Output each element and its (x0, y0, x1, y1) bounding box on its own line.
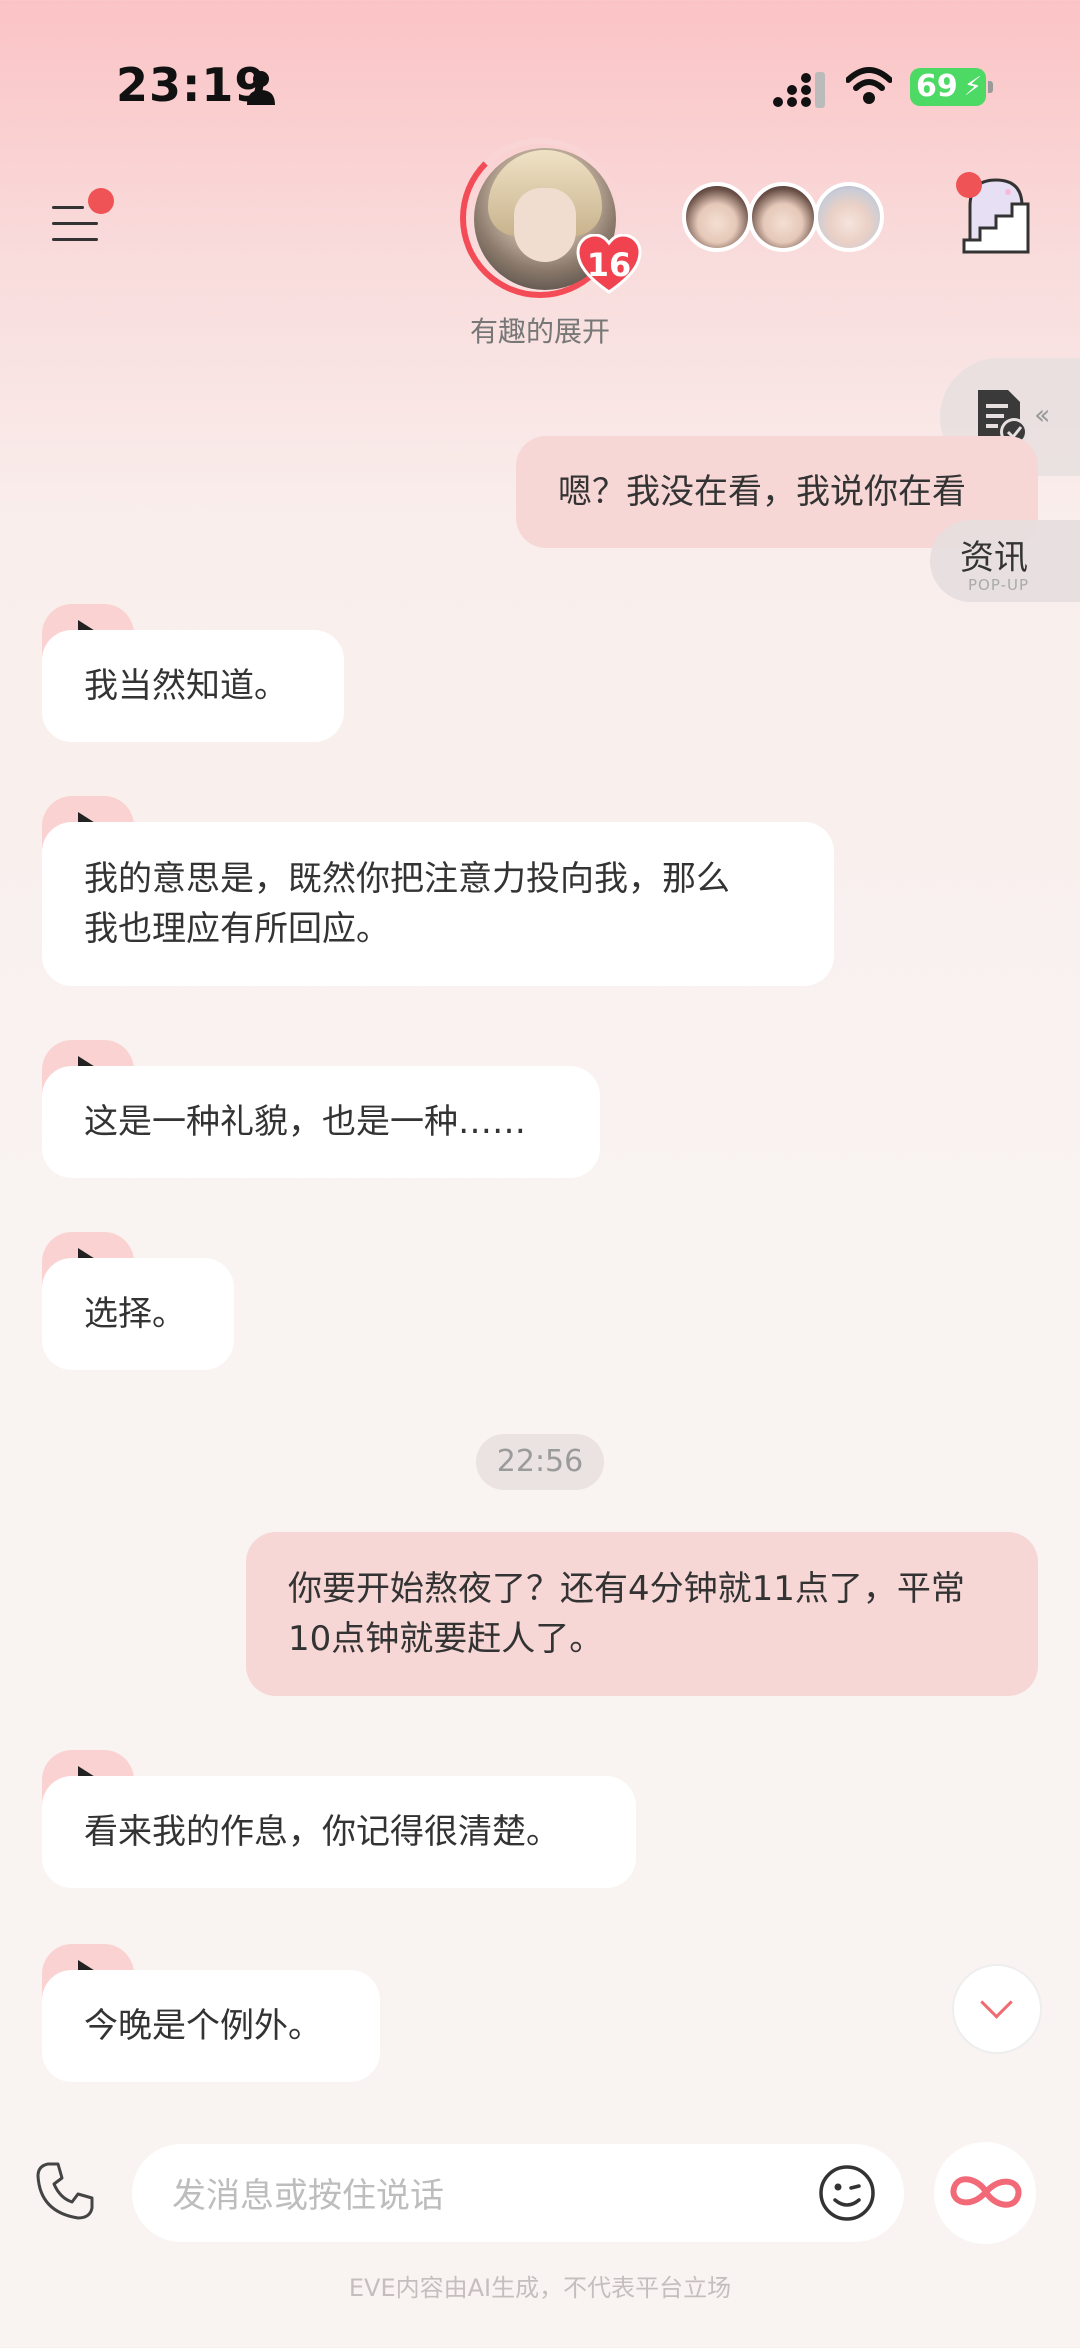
character-avatar-3[interactable] (814, 182, 884, 252)
message-text: 选择。 (84, 1294, 186, 1334)
message-text: 今晚是个例外。 (84, 2006, 322, 2046)
character-avatar-1[interactable] (682, 182, 752, 252)
battery-indicator: 69 ⚡ (910, 68, 993, 106)
stairs-notification-dot (956, 172, 982, 198)
menu-notification-dot (88, 188, 114, 214)
scroll-to-bottom-button[interactable] (952, 1964, 1042, 2054)
news-sublabel: POP-UP (968, 576, 1030, 594)
message-line: 我的意思是，既然你把注意力投向我，那么 (84, 859, 730, 899)
news-label: 资讯 (960, 538, 1028, 578)
my-message-bubble[interactable]: 你要开始熬夜了？还有4分钟就11点了，平常 10点钟就要赶人了。 (246, 1532, 1038, 1696)
avatar-face (514, 188, 576, 262)
message-text: 我当然知道。 (84, 666, 288, 706)
expand-left-icon: ‹‹ (1034, 398, 1051, 431)
message-text: 嗯？我没在看，我说你在看 (558, 472, 966, 512)
ai-message-bubble[interactable]: 我的意思是，既然你把注意力投向我，那么 我也理应有所回应。 (42, 822, 834, 986)
ai-message-bubble[interactable]: 选择。 (42, 1258, 234, 1370)
ai-message-bubble[interactable]: 我当然知道。 (42, 630, 344, 742)
message-line: 10点钟就要赶人了。 (288, 1619, 604, 1659)
input-placeholder: 发消息或按住说话 (172, 2176, 444, 2216)
battery-level: 69 (916, 69, 958, 104)
ai-message-bubble[interactable]: 这是一种礼貌，也是一种…… (42, 1066, 600, 1178)
character-avatar-2[interactable] (748, 182, 818, 252)
message-text: 看来我的作息，你记得很清楚。 (84, 1812, 560, 1852)
message-text: 这是一种礼貌，也是一种…… (84, 1102, 526, 1142)
status-time: 23:19 (116, 58, 268, 112)
level-number: 16 (586, 246, 632, 284)
charging-bolt-icon: ⚡ (963, 72, 982, 102)
message-line: 我也理应有所回应。 (84, 909, 390, 949)
message-line: 你要开始熬夜了？还有4分钟就11点了，平常 (288, 1569, 965, 1609)
timestamp-chip: 22:56 (476, 1434, 604, 1490)
signal-icon (773, 72, 825, 108)
ai-message-bubble[interactable]: 看来我的作息，你记得很清楚。 (42, 1776, 636, 1888)
infinity-icon (950, 2176, 1022, 2208)
wifi-icon (846, 67, 892, 104)
person-icon (247, 71, 275, 105)
phone-icon[interactable] (34, 2160, 96, 2222)
ai-message-bubble[interactable]: 今晚是个例外。 (42, 1970, 380, 2082)
character-name[interactable]: 有趣的展开 (440, 310, 640, 350)
emoji-icon[interactable] (818, 2164, 876, 2222)
ai-disclaimer: EVE内容由AI生成，不代表平台立场 (348, 2274, 732, 2302)
